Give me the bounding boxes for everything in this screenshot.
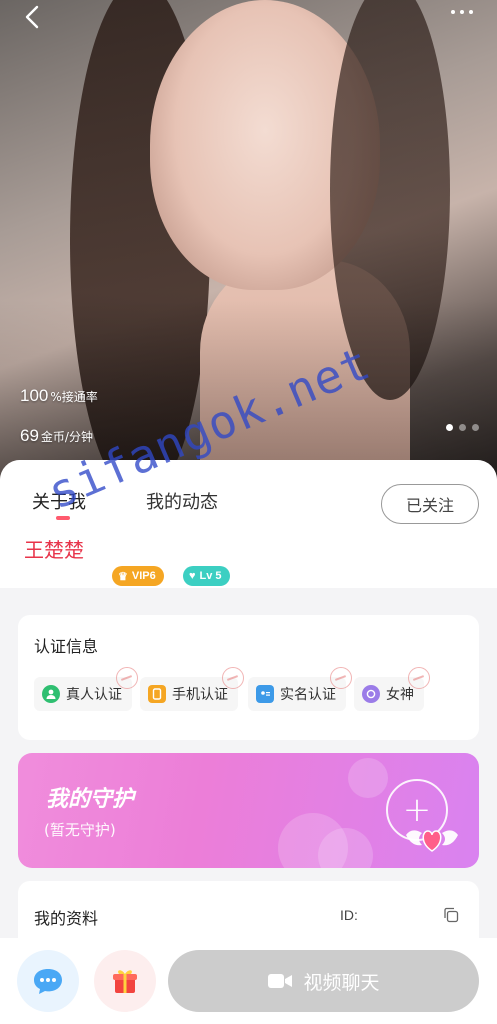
carousel-dot <box>472 424 479 431</box>
profile-photo[interactable]: 100 %接通率 69 金币/分钟 <box>0 0 497 490</box>
verified-stamp-icon <box>116 667 138 689</box>
id-card-icon <box>256 685 274 703</box>
crown-icon: ♛ <box>118 570 128 583</box>
more-button[interactable] <box>445 2 479 20</box>
call-price-value: 69 <box>20 426 39 445</box>
cert-goddess[interactable]: 女神 <box>354 667 430 711</box>
more-dot-icon <box>460 10 464 14</box>
answer-rate-value: 100 <box>20 386 49 405</box>
goddess-icon <box>362 685 380 703</box>
cert-real-name[interactable]: 实名认证 <box>248 667 352 711</box>
tab-my-feed[interactable]: 我的动态 <box>146 488 218 514</box>
winged-heart-icon <box>406 830 458 852</box>
tab-bar: 关于我 我的动态 已关注 <box>0 460 497 530</box>
verified-stamp-icon <box>330 667 352 689</box>
guardian-subtitle: (暂无守护) <box>44 821 116 839</box>
user-name: 王楚楚 <box>24 538 84 562</box>
guardian-title: 我的守护 <box>46 787 135 812</box>
verified-stamp-icon <box>222 667 244 689</box>
level-badge-label: Lv 5 <box>199 570 222 582</box>
chevron-left-icon <box>25 5 39 29</box>
level-badge: ♥ Lv 5 <box>183 566 230 586</box>
cert-real-person[interactable]: 真人认证 <box>34 667 138 711</box>
vip-badge: ♛ VIP6 <box>112 566 164 586</box>
carousel-dot <box>459 424 466 431</box>
carousel-dot <box>446 424 453 431</box>
certification-card: 认证信息 真人认证 手机认证 实名认证 女神 <box>18 615 479 740</box>
answer-rate: 100 %接通率 <box>20 386 98 406</box>
chat-bubble-icon <box>34 969 62 994</box>
back-button[interactable] <box>20 4 46 30</box>
message-button[interactable] <box>17 950 79 1012</box>
phone-icon <box>148 685 166 703</box>
carousel-indicator <box>446 424 479 431</box>
more-dot-icon <box>469 10 473 14</box>
tab-indicator <box>56 516 70 520</box>
more-dot-icon <box>451 10 455 14</box>
name-row: 王楚楚 <box>0 530 497 588</box>
cert-goddess-label: 女神 <box>386 687 414 703</box>
follow-button[interactable]: 已关注 <box>381 484 479 524</box>
profile-title: 我的资料 <box>34 909 99 928</box>
answer-rate-label: %接通率 <box>50 390 98 404</box>
guardian-card[interactable]: 我的守护 (暂无守护) + <box>18 753 479 868</box>
gift-button[interactable] <box>94 950 156 1012</box>
bottom-action-bar: 视频聊天 <box>0 938 497 1024</box>
cert-phone[interactable]: 手机认证 <box>140 667 244 711</box>
call-price-label: 金币/分钟 <box>40 430 93 444</box>
cert-real-name-label: 实名认证 <box>280 687 336 703</box>
call-price: 69 金币/分钟 <box>20 426 93 446</box>
video-chat-label: 视频聊天 <box>303 971 380 994</box>
heart-decor <box>318 828 373 868</box>
verified-stamp-icon <box>408 667 430 689</box>
user-id-label: ID: <box>340 907 358 923</box>
gift-icon <box>113 970 137 993</box>
certification-title: 认证信息 <box>34 637 99 656</box>
tab-about-me[interactable]: 关于我 <box>32 488 86 514</box>
video-chat-button[interactable]: 视频聊天 <box>168 950 479 1012</box>
copy-icon[interactable] <box>443 907 459 923</box>
vip-badge-label: VIP6 <box>131 570 156 582</box>
heart-decor <box>348 758 388 798</box>
video-camera-icon <box>268 974 293 988</box>
person-check-icon <box>42 685 60 703</box>
cert-phone-label: 手机认证 <box>172 687 228 703</box>
heart-icon: ♥ <box>189 570 196 582</box>
cert-real-person-label: 真人认证 <box>66 687 122 703</box>
